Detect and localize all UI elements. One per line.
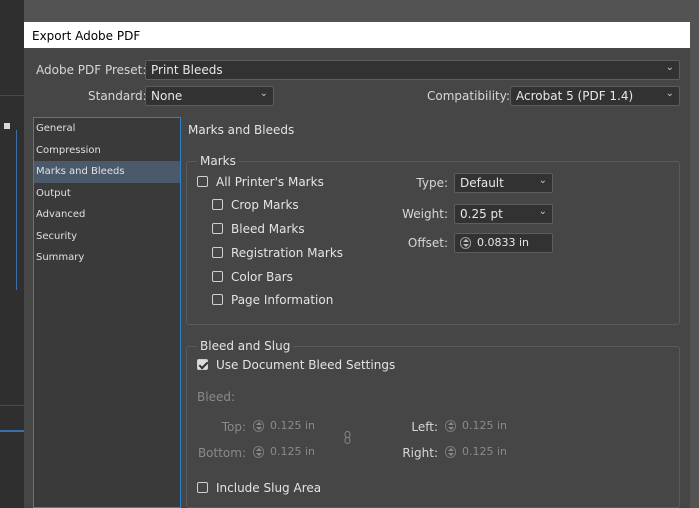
background-guide xyxy=(0,430,24,432)
background-divider xyxy=(0,95,24,96)
registration-marks-checkbox[interactable]: Registration Marks xyxy=(212,246,343,260)
bleed-marks-checkbox[interactable]: Bleed Marks xyxy=(212,222,305,236)
include-slug-checkbox[interactable]: Include Slug Area xyxy=(197,481,321,495)
bottom-label: Bottom: xyxy=(197,446,246,460)
checkbox-box xyxy=(212,199,223,210)
registration-marks-label: Registration Marks xyxy=(231,246,344,260)
top-field[interactable]: 0.125 in xyxy=(248,417,338,437)
background-divider xyxy=(0,405,24,406)
sidebar-item-security[interactable]: Security xyxy=(34,226,180,248)
sidebar-item-summary[interactable]: Summary xyxy=(34,247,180,269)
sidebar-item-marks-and-bleeds[interactable]: Marks and Bleeds xyxy=(34,161,180,183)
type-value: Default xyxy=(460,176,504,190)
type-label: Type: xyxy=(416,176,448,190)
top-label: Top: xyxy=(221,420,246,434)
right-label: Right: xyxy=(402,446,438,460)
weight-label: Weight: xyxy=(402,207,448,221)
checkbox-box xyxy=(197,359,208,370)
bottom-field[interactable]: 0.125 in xyxy=(248,443,338,463)
use-document-bleed-label: Use Document Bleed Settings xyxy=(216,358,396,372)
crop-marks-label: Crop Marks xyxy=(231,198,299,212)
category-list: General Compression Marks and Bleeds Out… xyxy=(33,117,181,508)
bleed-label: Bleed: xyxy=(197,390,235,404)
weight-value: 0.25 pt xyxy=(460,207,503,221)
stepper-icon[interactable] xyxy=(253,420,264,432)
checkbox-box xyxy=(212,247,223,258)
standard-dropdown[interactable]: None ⌄ xyxy=(145,86,274,106)
marks-group-label: Marks xyxy=(197,154,239,168)
preset-value: Print Bleeds xyxy=(151,63,223,77)
all-printers-marks-label: All Printer's Marks xyxy=(216,175,324,189)
sidebar-item-compression[interactable]: Compression xyxy=(34,140,180,162)
sidebar-item-output[interactable]: Output xyxy=(34,183,180,205)
sidebar-item-general[interactable]: General xyxy=(34,118,180,140)
checkbox-box xyxy=(197,482,208,493)
left-value: 0.125 in xyxy=(462,419,508,432)
checkbox-box xyxy=(212,294,223,305)
compatibility-value: Acrobat 5 (PDF 1.4) xyxy=(516,89,634,103)
standard-value: None xyxy=(151,89,183,103)
compatibility-dropdown[interactable]: Acrobat 5 (PDF 1.4) ⌄ xyxy=(510,86,680,106)
type-dropdown[interactable]: Default ⌄ xyxy=(454,173,553,193)
chevron-down-icon: ⌄ xyxy=(538,175,547,186)
page-information-label: Page Information xyxy=(231,293,334,307)
color-bars-label: Color Bars xyxy=(231,270,293,284)
offset-value: 0.0833 in xyxy=(477,236,530,249)
dialog-title: Export Adobe PDF xyxy=(24,22,690,48)
compatibility-label: Compatibility: xyxy=(427,89,511,103)
color-bars-checkbox[interactable]: Color Bars xyxy=(212,270,293,284)
top-value: 0.125 in xyxy=(270,419,316,432)
chevron-down-icon: ⌄ xyxy=(665,88,674,99)
include-slug-label: Include Slug Area xyxy=(216,481,322,495)
background-marker xyxy=(4,123,10,129)
bottom-value: 0.125 in xyxy=(270,445,316,458)
checkbox-box xyxy=(197,176,208,187)
stepper-icon[interactable] xyxy=(460,237,471,249)
bleed-slug-group-label: Bleed and Slug xyxy=(197,339,294,353)
use-document-bleed-checkbox[interactable]: Use Document Bleed Settings xyxy=(197,358,395,372)
crop-marks-checkbox[interactable]: Crop Marks xyxy=(212,198,299,212)
preset-label: Adobe PDF Preset: xyxy=(36,63,147,77)
background-app xyxy=(0,0,24,508)
background-guide xyxy=(16,130,17,290)
right-value: 0.125 in xyxy=(462,445,508,458)
right-field[interactable]: 0.125 in xyxy=(440,443,530,463)
panel-title: Marks and Bleeds xyxy=(188,123,295,137)
left-field[interactable]: 0.125 in xyxy=(440,417,530,437)
checkbox-box xyxy=(212,223,223,234)
left-label: Left: xyxy=(411,420,438,434)
all-printers-marks-checkbox[interactable]: All Printer's Marks xyxy=(197,175,324,189)
offset-label: Offset: xyxy=(407,236,448,250)
export-pdf-dialog: Export Adobe PDF Adobe PDF Preset: Print… xyxy=(24,22,690,508)
chevron-down-icon: ⌄ xyxy=(665,62,674,73)
preset-dropdown[interactable]: Print Bleeds ⌄ xyxy=(145,60,680,80)
chevron-down-icon: ⌄ xyxy=(259,88,268,99)
checkbox-box xyxy=(212,271,223,282)
chevron-down-icon: ⌄ xyxy=(538,206,547,217)
stepper-icon[interactable] xyxy=(445,446,456,458)
weight-dropdown[interactable]: 0.25 pt ⌄ xyxy=(454,204,553,224)
bleed-marks-label: Bleed Marks xyxy=(231,222,305,236)
sidebar-item-advanced[interactable]: Advanced xyxy=(34,204,180,226)
standard-label: Standard: xyxy=(88,89,147,103)
stepper-icon[interactable] xyxy=(253,446,264,458)
chain-link-icon[interactable] xyxy=(344,431,351,444)
page-information-checkbox[interactable]: Page Information xyxy=(212,293,333,307)
stepper-icon[interactable] xyxy=(445,420,456,432)
offset-field[interactable]: 0.0833 in xyxy=(454,233,553,253)
